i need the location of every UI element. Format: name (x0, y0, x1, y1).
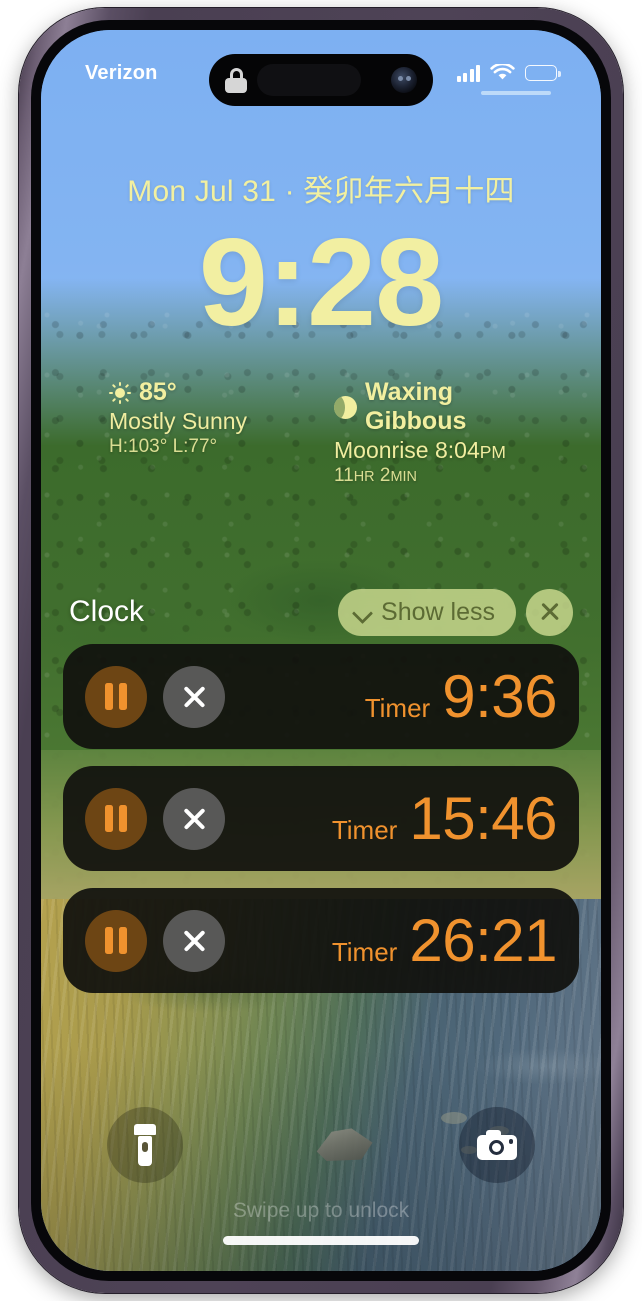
swipe-up-hint: Swipe up to unlock (232, 1199, 410, 1222)
timer-notification-card[interactable]: Timer 9:36 (63, 644, 579, 749)
dynamic-island-pill (257, 64, 361, 96)
timer-readout: Timer 26:21 (331, 906, 558, 974)
timer-remaining-value: 9:36 (442, 662, 557, 730)
moon-waxing-gibbous-icon (334, 395, 357, 419)
pause-timer-button[interactable] (85, 787, 147, 850)
camera-icon (477, 1130, 517, 1160)
show-less-button[interactable]: Show less (338, 588, 516, 636)
date-label: Mon Jul 31 · 癸卯年六月十四 (127, 175, 515, 208)
weather-condition: Mostly Sunny (109, 408, 248, 434)
close-icon (181, 805, 208, 832)
sun-icon (109, 381, 131, 404)
datetime-block[interactable]: Mon Jul 31 · 癸卯年六月十四 9:28 (41, 166, 601, 353)
moonrise-label: Moonrise 8:04 (334, 437, 480, 463)
pause-timer-button[interactable] (85, 909, 147, 972)
dynamic-island[interactable] (209, 54, 433, 106)
moon-widget-top: Waxing Gibbous (334, 378, 533, 436)
show-less-label: Show less (381, 597, 495, 626)
close-icon (539, 601, 561, 623)
notification-app-name: Clock (69, 595, 145, 628)
moon-duration-hours-unit: HR (353, 469, 375, 485)
home-indicator[interactable] (223, 1236, 419, 1245)
weather-temperature: 85° (139, 378, 177, 406)
pause-timer-button[interactable] (85, 665, 147, 728)
dismiss-timer-button[interactable] (163, 665, 225, 728)
carrier-label: Verizon (85, 61, 158, 84)
timer-kind-label: Timer (331, 814, 398, 845)
timer-notification-list: Timer 9:36 Timer 15:46 Timer 26:21 (41, 644, 601, 993)
cellular-bars-icon (456, 64, 480, 82)
moon-phase: Waxing Gibbous (365, 378, 467, 435)
status-indicators (456, 64, 561, 95)
notification-group-header: Clock Show less (41, 586, 601, 638)
lock-screen[interactable]: Verizon Mon Jul 31 · 癸卯年六月十四 9:28 85° Mo… (41, 30, 601, 1271)
timer-remaining-value: 26:21 (409, 906, 557, 974)
front-camera-icon (391, 67, 417, 93)
lock-closed-icon (225, 67, 247, 93)
timer-notification-card[interactable]: Timer 15:46 (63, 766, 579, 871)
moonrise-time: Moonrise 8:04PM (334, 437, 533, 464)
weather-widget[interactable]: 85° Mostly Sunny H:103° L:77° (109, 378, 308, 487)
close-icon (181, 927, 208, 954)
widget-row: 85° Mostly Sunny H:103° L:77° Waxing Gib… (41, 378, 601, 487)
clear-notifications-button[interactable] (526, 588, 573, 636)
weather-high-low: H:103° L:77° (109, 436, 218, 457)
timer-remaining-value: 15:46 (409, 784, 557, 852)
battery-icon (525, 65, 561, 81)
moon-duration-minutes-unit: MIN (390, 469, 417, 485)
flashlight-icon (134, 1124, 156, 1166)
moon-duration-hours: 11 (334, 465, 354, 486)
moonrise-period: PM (479, 442, 506, 462)
chevron-down-icon (354, 604, 371, 621)
wifi-icon (490, 64, 515, 80)
camera-button[interactable] (459, 1107, 535, 1183)
timer-kind-label: Timer (364, 692, 431, 723)
moon-duration: 11HR 2MIN (334, 465, 533, 487)
dismiss-timer-button[interactable] (163, 787, 225, 850)
dismiss-timer-button[interactable] (163, 909, 225, 972)
timer-readout: Timer 9:36 (364, 662, 558, 730)
weather-widget-top: 85° (109, 378, 308, 407)
flashlight-button[interactable] (107, 1107, 183, 1183)
timer-notification-card[interactable]: Timer 26:21 (63, 888, 579, 993)
timer-readout: Timer 15:46 (331, 784, 558, 852)
notification-section: Clock Show less Timer 9:36 Timer 15:46 T… (41, 586, 601, 993)
moon-duration-minutes: 2 (374, 465, 391, 486)
status-underline-accent (481, 91, 551, 95)
time-label: 9:28 (198, 214, 444, 352)
moon-widget[interactable]: Waxing Gibbous Moonrise 8:04PM 11HR 2MIN (334, 378, 533, 487)
timer-kind-label: Timer (331, 936, 398, 967)
close-icon (181, 683, 208, 710)
